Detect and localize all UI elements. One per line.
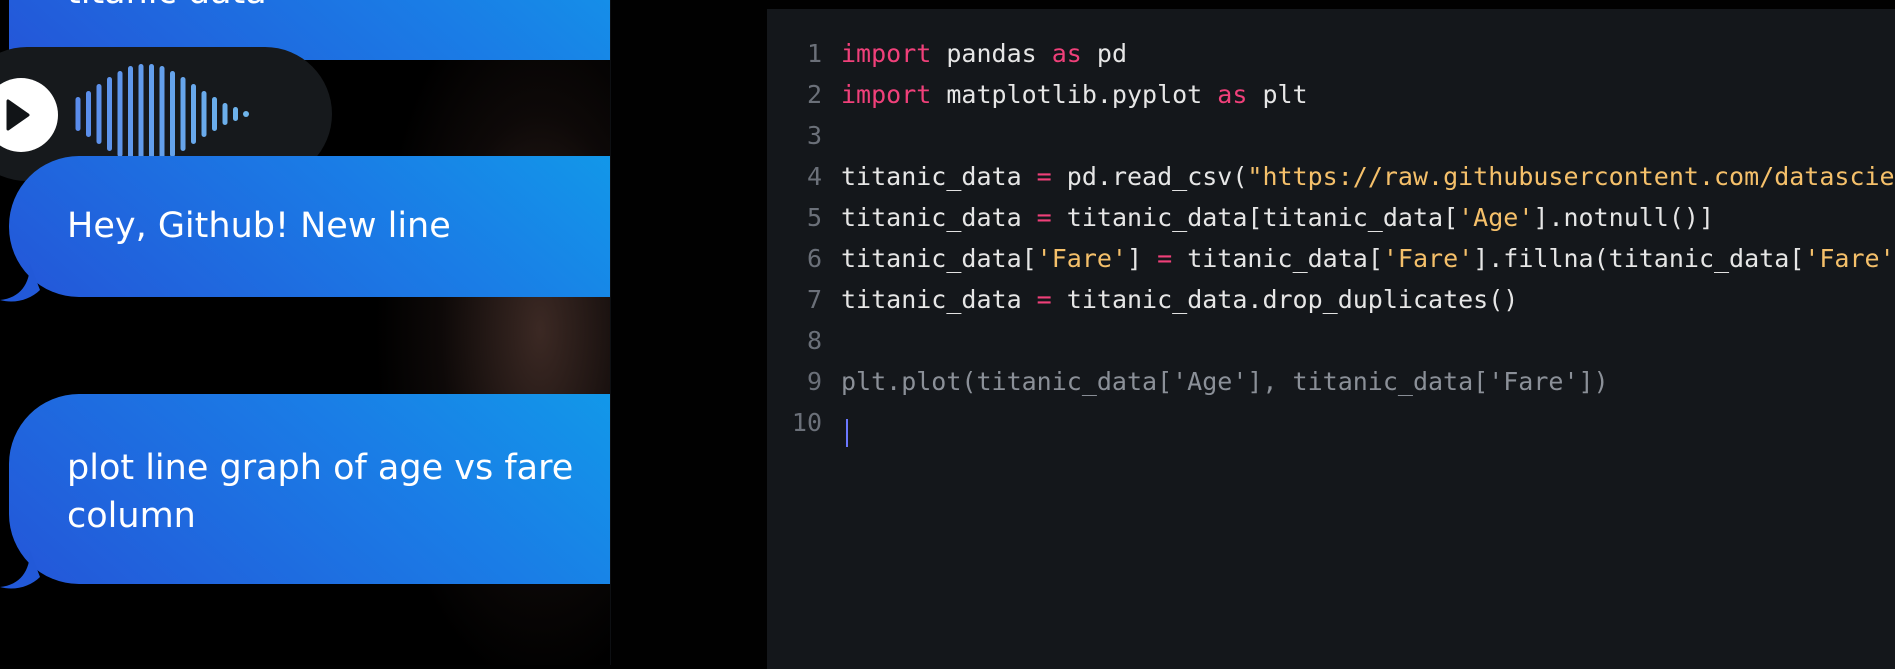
code-line: 2 import matplotlib.pyplot as plt [767,80,1895,116]
code-line: 3 [767,121,1895,157]
line-number: 5 [767,203,822,232]
line-number: 3 [767,121,822,150]
chat-panel: titanic data Hey, Github! New line plot … [0,0,610,665]
code-line: 5 titanic_data = titanic_data[titanic_dat… [767,203,1895,239]
bubble-tail-icon [0,264,40,304]
code-token: titanic_data[ [1172,244,1383,273]
code-token: import [841,80,931,109]
code-token: titanic_data [841,203,1037,232]
code-line: 10 [767,408,1895,444]
play-button[interactable] [0,78,58,152]
line-number: 10 [767,408,822,437]
code-line: 1 import pandas as pd [767,39,1895,75]
code-token: 'Age' [1458,203,1533,232]
code-token: plt.plot(titanic_data['Age'], titanic_da… [841,367,1609,396]
chat-message-bubble: plot line graph of age vs fare column [9,394,610,584]
code-text: import matplotlib.pyplot as plt [841,80,1308,109]
code-token: 'Fare' [1037,244,1127,273]
code-token: as [1052,39,1082,68]
text-cursor [846,419,848,447]
line-number: 4 [767,162,822,191]
code-line: 4 titanic_data = pd.read_csv("https://raw… [767,162,1895,198]
chat-message-text: titanic data [67,0,267,16]
code-token: = [1037,162,1052,191]
line-number: 2 [767,80,822,109]
code-line: 6titanic_data['Fare'] = titanic_data['Fa… [767,244,1895,280]
code-token: ].notnull()] [1533,203,1714,232]
code-editor[interactable]: 1 import pandas as pd 2 import matplotlib.p… [767,9,1895,669]
code-line: 8 [767,326,1895,362]
code-line: 9 plt.plot(titanic_data['Age'], titanic_d… [767,367,1895,403]
code-token: 'Fare' [1804,244,1894,273]
code-token: titanic_data[ [841,244,1037,273]
code-text: plt.plot(titanic_data['Age'], titanic_da… [841,367,1609,396]
code-token: "https://raw.githubusercontent.com/datas… [1247,162,1895,191]
code-token: pd [1082,39,1127,68]
code-token: titanic_data[titanic_data[ [1052,203,1458,232]
panel-divider [610,0,611,665]
code-text: titanic_data = pd.read_csv("https://raw.… [841,162,1895,191]
code-token: ].fillna(titanic_data[ [1473,244,1804,273]
code-token: = [1037,203,1052,232]
line-number: 1 [767,39,822,68]
code-text: titanic_data = titanic_data.drop_duplica… [841,285,1518,314]
code-token: pd.read_csv( [1052,162,1248,191]
line-number: 9 [767,367,822,396]
line-number: 7 [767,285,822,314]
code-token: 'Fare' [1383,244,1473,273]
code-token: ] [1127,244,1157,273]
code-token: = [1037,285,1052,314]
play-icon [0,78,58,152]
code-text: titanic_data['Fare'] = titanic_data['Far… [841,244,1895,273]
code-text: import pandas as pd [841,39,1127,68]
code-token: pandas [931,39,1051,68]
code-token: import [841,39,931,68]
code-token: matplotlib.pyplot [931,80,1217,109]
code-text: titanic_data = titanic_data[titanic_data… [841,203,1714,232]
code-token: titanic_data [841,162,1037,191]
code-token: titanic_data [841,285,1037,314]
code-token: plt [1247,80,1307,109]
line-number: 8 [767,326,822,355]
chat-message-text: Hey, Github! New line [67,202,451,250]
code-line: 7 titanic_data = titanic_data.drop_duplic… [767,285,1895,321]
code-token: titanic_data.drop_duplicates() [1052,285,1519,314]
code-token: = [1157,244,1172,273]
chat-message-text: plot line graph of age vs fare column [67,444,587,540]
chat-message-bubble: Hey, Github! New line [9,156,610,297]
bubble-tail-icon [0,551,40,591]
waveform-icon [72,62,292,166]
line-number: 6 [767,244,822,273]
code-token: as [1217,80,1247,109]
